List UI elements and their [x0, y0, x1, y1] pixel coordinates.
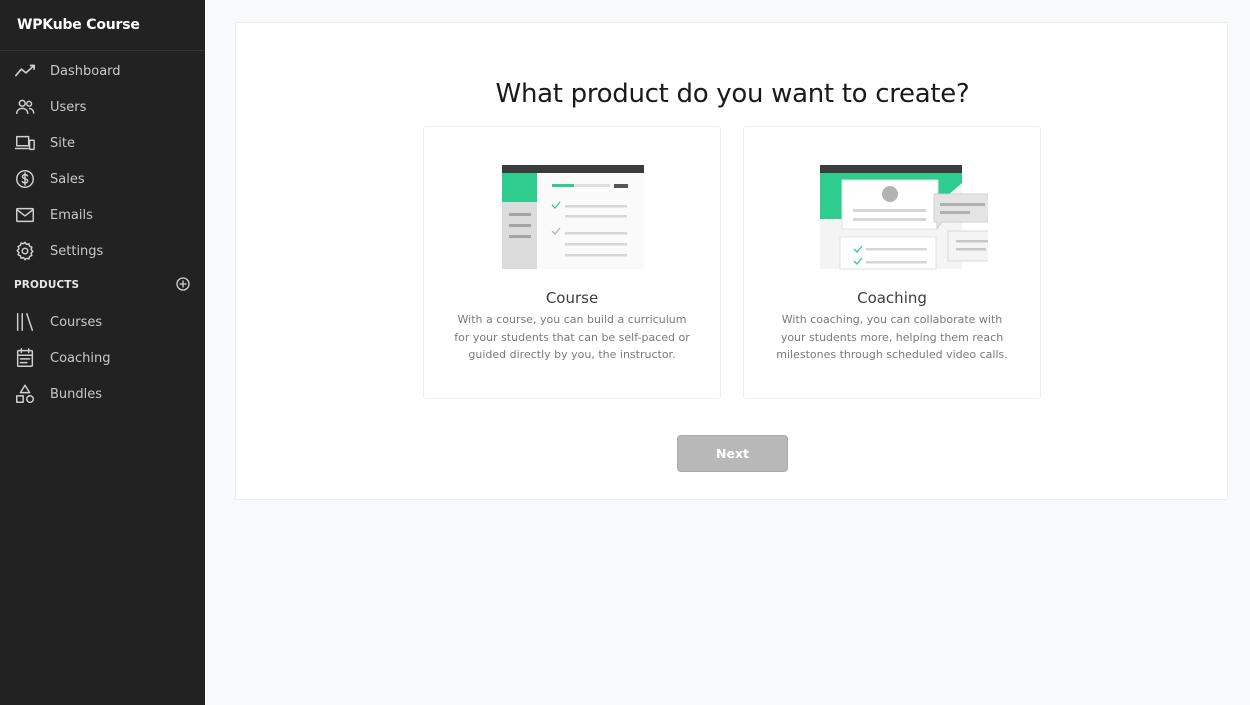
nav-item-users[interactable]: Users: [0, 90, 205, 124]
users-icon: [13, 95, 37, 119]
trend-line-icon: [13, 59, 37, 83]
nav-item-courses[interactable]: Courses: [0, 305, 205, 339]
nav-label: Dashboard: [50, 63, 121, 79]
coaching-illustration: [820, 165, 988, 270]
page-title: What product do you want to create?: [495, 79, 970, 109]
plus-circle-icon[interactable]: [175, 276, 191, 292]
gear-icon: [13, 239, 37, 263]
shapes-icon: [13, 382, 37, 406]
nav-label: Sales: [50, 171, 85, 187]
course-option-card[interactable]: Course With a course, you can build a cu…: [423, 126, 721, 399]
nav-item-dashboard[interactable]: Dashboard: [0, 54, 205, 88]
sidebar: WPKube Course Dashboard Users Site Sales…: [0, 0, 205, 705]
option-description: With coaching, you can collaborate with …: [776, 313, 1008, 361]
calendar-icon: [13, 346, 37, 370]
nav-label: Bundles: [50, 386, 103, 402]
library-icon: [13, 310, 37, 334]
product-selection-card: What product do you want to create? Cour…: [235, 22, 1228, 500]
nav-label: Courses: [50, 314, 103, 330]
option-title: Course: [545, 289, 599, 307]
nav-item-bundles[interactable]: Bundles: [0, 377, 205, 411]
nav-item-settings[interactable]: Settings: [0, 234, 205, 268]
nav-label: Coaching: [50, 350, 111, 366]
nav-label: Users: [50, 99, 87, 115]
coaching-option-card[interactable]: Coaching With coaching, you can collabor…: [743, 126, 1041, 399]
next-button[interactable]: Next: [677, 435, 788, 472]
dollar-circle-icon: [13, 167, 37, 191]
products-section-title: PRODUCTS: [14, 279, 80, 291]
nav-label: Emails: [50, 207, 93, 223]
nav-label: Site: [50, 135, 75, 151]
option-title: Coaching: [857, 289, 927, 307]
devices-icon: [13, 131, 37, 155]
brand-title[interactable]: WPKube Course: [0, 0, 205, 51]
nav-label: Settings: [50, 243, 104, 259]
envelope-icon: [13, 203, 37, 227]
nav-item-site[interactable]: Site: [0, 126, 205, 160]
nav-item-coaching[interactable]: Coaching: [0, 341, 205, 375]
nav-item-emails[interactable]: Emails: [0, 198, 205, 232]
option-description: With a course, you can build a curriculu…: [454, 313, 690, 361]
nav-item-sales[interactable]: Sales: [0, 162, 205, 196]
course-illustration: [502, 165, 644, 269]
